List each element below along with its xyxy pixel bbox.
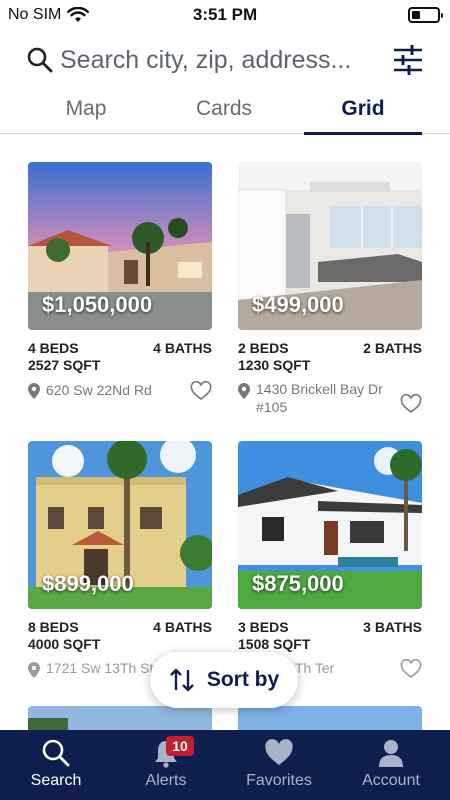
listing-baths: 4 BATHS [153,619,212,635]
nav-label: Alerts [145,772,187,789]
listing-price: $1,050,000 [42,292,153,317]
tab-grid[interactable]: Grid [304,92,422,135]
listing-sqft: 4000 SQFT [28,636,101,652]
sort-label: Sort by [206,668,280,691]
favorite-heart-icon[interactable] [400,394,422,414]
clock: 3:51 PM [192,5,258,24]
sort-button[interactable]: Sort by [150,652,298,708]
listing-beds: 4 BEDS [28,340,79,356]
listing-beds: 3 BEDS [238,619,289,635]
listing-address: 620 Sw 22Nd Rd [46,382,152,398]
sort-arrows-icon [169,668,194,692]
tab-map[interactable]: Map [26,92,146,134]
tab-cards[interactable]: Cards [164,92,284,134]
person-icon [379,740,403,767]
listing-beds: 8 BEDS [28,619,79,635]
listing-photo[interactable]: $1,050,000 [28,162,212,330]
listing-price: $899,000 [42,571,134,596]
listing-photo-partial[interactable] [28,706,212,732]
nav-label: Favorites [246,772,312,789]
house-photo [238,706,422,732]
listing-sqft: 1230 SQFT [238,357,311,373]
view-tabs: Map Cards Grid [0,92,450,135]
nav-label: Account [362,772,420,789]
listing-photo[interactable]: $499,000 [238,162,422,330]
listing-photo-partial[interactable] [238,706,422,732]
location-pin-icon [28,383,40,399]
nav-favorites[interactable]: Favorites [223,730,335,800]
location-pin-icon [28,662,40,678]
nav-account[interactable]: Account [335,730,447,800]
listing-card[interactable]: $499,000 2 BEDS 2 BATHS 1230 SQFT 1430 B… [238,162,422,424]
listing-photo[interactable]: $875,000 [238,441,422,609]
bottom-navigation: Search 10 Alerts Favorites Account [0,730,450,800]
listing-price: $875,000 [252,571,344,596]
status-bar: No SIM 3:51 PM [0,0,450,30]
listing-price: $499,000 [252,292,344,317]
filter-sliders-icon[interactable] [392,42,424,78]
location-pin-icon [238,383,250,399]
listing-sqft: 2527 SQFT [28,357,101,373]
listing-sqft: 1508 SQFT [238,636,311,652]
favorite-heart-icon[interactable] [190,381,212,401]
listing-baths: 3 BATHS [363,619,422,635]
listing-card[interactable]: $1,050,000 4 BEDS 4 BATHS 2527 SQFT 620 … [28,162,212,424]
nav-label: Search [30,772,82,789]
favorite-heart-icon[interactable] [400,659,422,679]
nav-alerts[interactable]: 10 Alerts [110,730,222,800]
heart-icon [265,739,293,765]
listing-photo[interactable]: $899,000 [28,441,212,609]
listing-address: 1430 Brickell Bay Dr #105 [256,381,383,415]
listing-baths: 2 BATHS [363,340,422,356]
house-photo [28,706,212,732]
search-input[interactable] [60,42,376,78]
search-icon [27,47,53,73]
search-icon [42,739,70,767]
listing-grid: $1,050,000 4 BEDS 4 BATHS 2527 SQFT 620 … [0,162,450,732]
nav-search[interactable]: Search [0,730,112,800]
alerts-badge: 10 [166,736,194,756]
listing-beds: 2 BEDS [238,340,289,356]
battery-icon [408,7,443,23]
search-bar [0,38,450,82]
listing-baths: 4 BATHS [153,340,212,356]
